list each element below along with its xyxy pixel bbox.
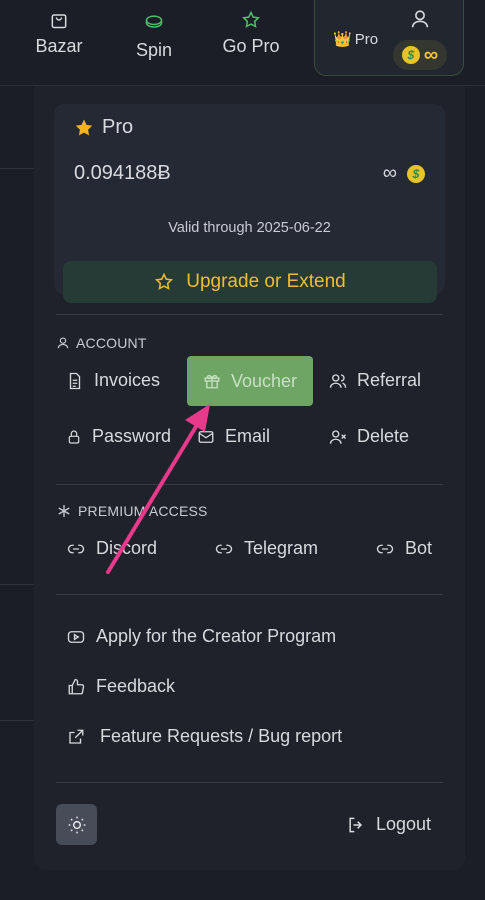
nav-spin[interactable]: Spin — [109, 12, 199, 61]
pro-title-label: Pro — [102, 116, 134, 138]
lock-icon — [68, 429, 80, 444]
telegram-label: Telegram — [244, 538, 319, 558]
background-divider — [0, 720, 34, 721]
bot-label: Bot — [405, 538, 433, 558]
feature-requests-label: Feature Requests / Bug report — [100, 726, 343, 746]
youtube-icon — [67, 630, 85, 643]
coin-icon: $ — [407, 164, 425, 183]
pro-badge-label: Pro — [354, 30, 379, 48]
feature-requests-link[interactable]: Feature Requests / Bug report — [66, 726, 342, 747]
invoices-label: Invoices — [94, 370, 161, 390]
voucher-label: Voucher — [230, 370, 298, 391]
pro-coin-value: ∞ — [382, 162, 397, 184]
thumbs-up-icon — [68, 678, 85, 694]
referral-link[interactable]: Referral — [329, 370, 421, 391]
external-link-icon — [69, 729, 84, 744]
creator-program-label: Apply for the Creator Program — [96, 626, 337, 646]
mail-icon — [198, 430, 214, 443]
premium-section-header: PREMIUM ACCESS — [56, 503, 208, 519]
logout-icon — [349, 817, 363, 832]
password-label: Password — [92, 426, 172, 446]
link-icon — [215, 544, 233, 553]
valid-through-label: Valid through — [168, 220, 253, 236]
account-section-header: ACCOUNT — [56, 335, 147, 351]
star-icon — [242, 10, 260, 28]
pro-badge: 👑 Pro — [333, 30, 379, 49]
valid-through-text: Valid through 2025-06-22 — [54, 220, 445, 236]
star-icon — [155, 272, 174, 290]
link-icon — [67, 544, 85, 553]
top-navigation: Bazar Spin Go Pro 👑 Pro $ ∞ — [0, 0, 485, 86]
divider — [56, 782, 443, 783]
divider — [56, 594, 443, 595]
user-x-icon — [329, 429, 346, 444]
nav-go-pro-label: Go Pro — [222, 36, 280, 56]
invoices-link[interactable]: Invoices — [66, 370, 160, 391]
pro-status-card: Pro 0.094188Ƀ ∞ $ Valid through 2025-06-… — [54, 104, 445, 303]
divider — [56, 484, 443, 485]
account-header-label: ACCOUNT — [76, 335, 147, 351]
email-link[interactable]: Email — [197, 426, 270, 447]
creator-program-link[interactable]: Apply for the Creator Program — [66, 626, 336, 647]
logout-label: Logout — [376, 814, 432, 834]
crown-icon: 👑 — [333, 31, 352, 48]
referral-label: Referral — [357, 370, 422, 390]
star-icon — [75, 119, 93, 135]
spin-icon — [145, 15, 163, 28]
bag-icon — [51, 14, 67, 29]
coin-icon: $ — [401, 46, 420, 64]
discord-link[interactable]: Discord — [66, 538, 157, 559]
asterisk-icon — [58, 505, 70, 517]
divider — [56, 314, 443, 315]
feedback-label: Feedback — [96, 676, 176, 696]
upgrade-label: Upgrade or Extend — [186, 271, 346, 292]
pro-account-menu[interactable]: 👑 Pro $ ∞ — [314, 0, 464, 76]
users-icon — [329, 373, 347, 388]
gift-icon — [204, 374, 220, 389]
pro-coin-balance: ∞ $ — [383, 162, 425, 185]
pro-balance: 0.094188Ƀ — [74, 162, 171, 184]
theme-toggle-button[interactable] — [56, 804, 97, 845]
background-divider — [0, 168, 34, 169]
password-link[interactable]: Password — [66, 426, 171, 447]
feedback-link[interactable]: Feedback — [66, 676, 175, 697]
logout-button[interactable]: Logout — [346, 814, 431, 835]
nav-bazar-label: Bazar — [35, 36, 83, 56]
nav-spin-label: Spin — [135, 40, 173, 60]
voucher-button[interactable]: Voucher — [187, 356, 313, 406]
pro-status-title: Pro — [74, 116, 133, 139]
nav-go-pro[interactable]: Go Pro — [206, 10, 296, 57]
coin-balance-value: ∞ — [423, 43, 439, 66]
upgrade-or-extend-button[interactable]: Upgrade or Extend — [63, 261, 437, 303]
delete-account-link[interactable]: Delete — [329, 426, 409, 447]
user-icon — [57, 337, 69, 349]
background-divider — [0, 584, 34, 585]
nav-bazar[interactable]: Bazar — [14, 10, 104, 57]
link-icon — [376, 544, 394, 553]
account-dropdown-panel: Pro 0.094188Ƀ ∞ $ Valid through 2025-06-… — [34, 86, 465, 870]
delete-label: Delete — [357, 426, 410, 446]
discord-label: Discord — [96, 538, 158, 558]
coin-balance-pill: $ ∞ — [393, 40, 447, 70]
file-icon — [69, 372, 81, 389]
user-icon — [411, 10, 429, 28]
email-label: Email — [225, 426, 271, 446]
valid-through-date: 2025-06-22 — [256, 220, 331, 236]
premium-header-label: PREMIUM ACCESS — [78, 503, 208, 519]
bot-link[interactable]: Bot — [375, 538, 432, 559]
sun-icon — [68, 816, 85, 833]
telegram-link[interactable]: Telegram — [214, 538, 318, 559]
